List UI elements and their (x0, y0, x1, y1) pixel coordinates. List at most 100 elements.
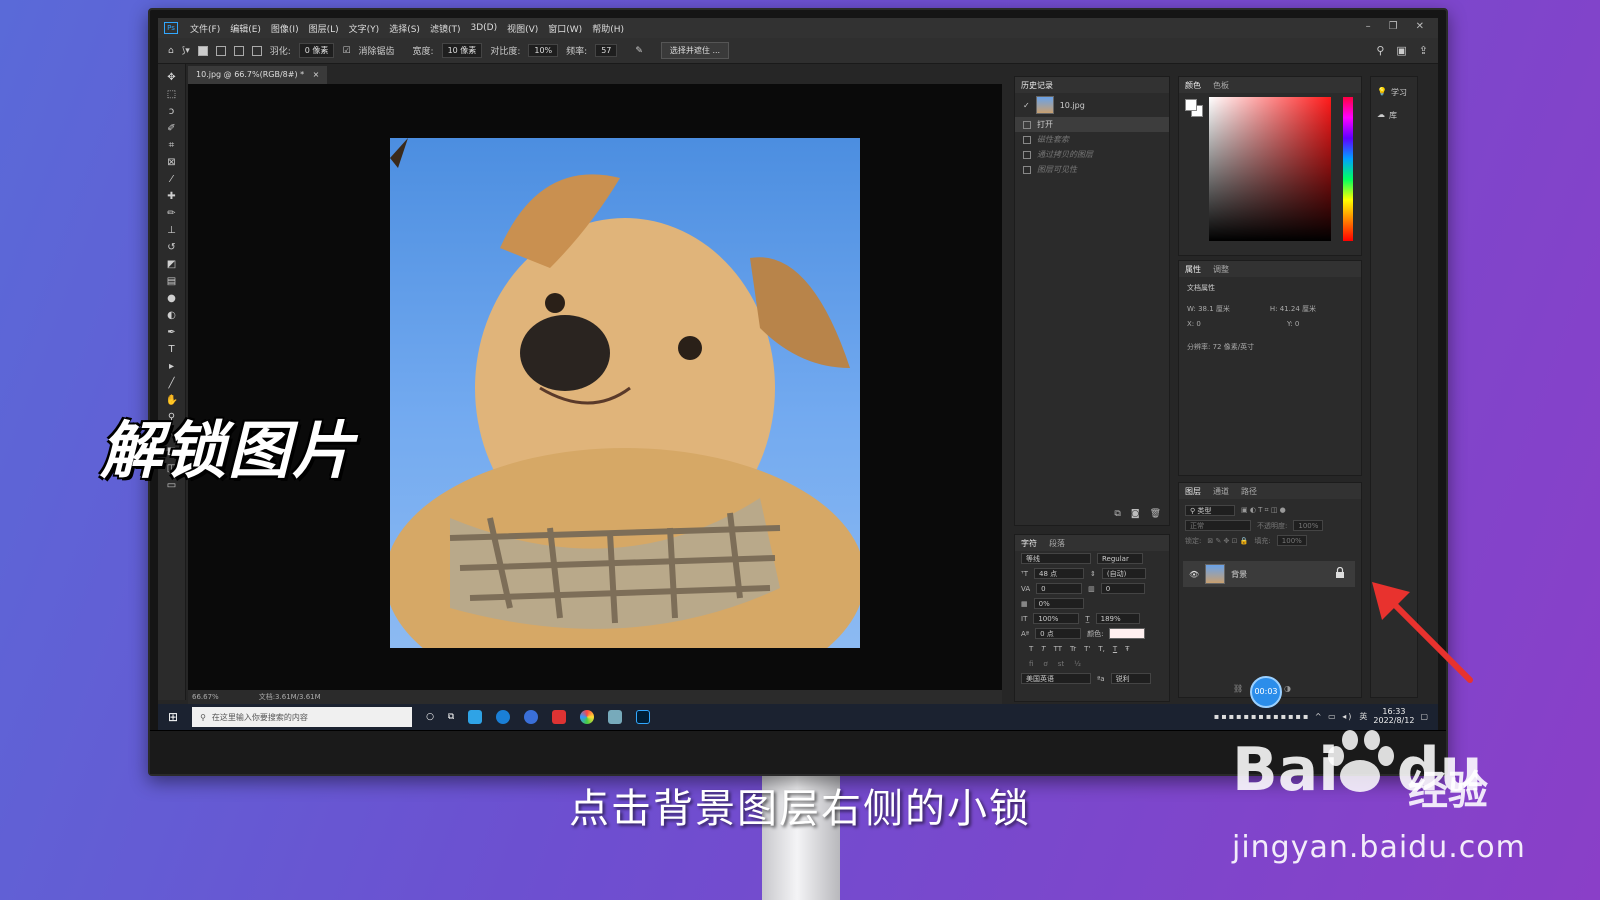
library-item[interactable]: ☁ 库 (1371, 98, 1417, 121)
tab-channels[interactable]: 通道 (1213, 486, 1229, 497)
scale-input[interactable]: 0% (1033, 598, 1084, 609)
filter-icons[interactable]: ▣ ◐ T ⌗ ◫ ● (1241, 506, 1286, 515)
underline-button[interactable]: T (1113, 645, 1117, 653)
share-icon[interactable]: ⇪ (1419, 44, 1428, 57)
cortana-icon[interactable]: ○ (426, 712, 434, 722)
opacity-input[interactable]: 100% (1293, 520, 1324, 531)
tab-adjustments[interactable]: 调整 (1213, 264, 1229, 275)
subtract-selection-icon[interactable] (233, 45, 244, 56)
adjustment-icon[interactable]: ◑ (1284, 684, 1291, 693)
history-item[interactable]: 磁性套索 (1015, 132, 1169, 147)
menu-window[interactable]: 窗口(W) (548, 22, 582, 35)
eraser-tool-icon[interactable]: ◩ (166, 259, 178, 271)
search-icon[interactable]: ⚲ (1376, 44, 1384, 57)
tab-character[interactable]: 字符 (1021, 538, 1037, 549)
zoom-level[interactable]: 66.67% (192, 693, 219, 701)
wps-icon[interactable] (552, 710, 567, 724)
link-layers-icon[interactable]: ⛓ (1233, 684, 1243, 693)
restore-button[interactable]: ❐ (1389, 21, 1398, 32)
intersect-selection-icon[interactable] (251, 45, 262, 56)
lasso-tool-icon[interactable]: ↄ (166, 106, 178, 118)
trash-icon[interactable]: 🗑 (1150, 509, 1161, 519)
history-snapshot[interactable]: ✓ 10.jpg (1015, 93, 1169, 117)
pen-tool-icon[interactable]: ✒ (166, 327, 178, 339)
menu-file[interactable]: 文件(F) (190, 22, 220, 35)
document-tab-close-icon[interactable]: × (313, 70, 320, 79)
x-value[interactable]: X: 0 (1187, 317, 1247, 332)
camera-icon[interactable]: ◙ (1131, 509, 1140, 519)
line-tool-icon[interactable]: ╱ (166, 378, 178, 390)
tab-swatches[interactable]: 色板 (1213, 80, 1229, 91)
menu-view[interactable]: 视图(V) (507, 22, 538, 35)
minimize-button[interactable]: – (1366, 21, 1371, 32)
move-tool-icon[interactable]: ✥ (166, 72, 178, 84)
tab-history[interactable]: 历史记录 (1021, 80, 1053, 91)
frame-tool-icon[interactable]: ⊠ (166, 157, 178, 169)
width-value[interactable]: W: 38.1 厘米 (1187, 302, 1230, 317)
photoshop-taskbar-icon[interactable] (636, 710, 651, 724)
tray-icons[interactable]: ▪▪▪▪▪▪▪▪▪▪▪▪▪ ^ ▭ ◂) (1214, 712, 1354, 721)
files-icon[interactable] (608, 710, 623, 724)
taskbar-clock[interactable]: 16:33 2022/8/12 (1373, 707, 1414, 725)
ordinal-icon[interactable]: st (1058, 660, 1064, 668)
faux-bold-button[interactable]: T (1029, 645, 1033, 653)
dog-photo[interactable] (390, 138, 860, 648)
new-document-from-state-icon[interactable]: ⧉ (1114, 509, 1120, 519)
crop-tool-icon[interactable]: ⌗ (166, 140, 178, 152)
lock-options-icons[interactable]: ⊠ ✎ ✥ ⊡ 🔒 (1207, 537, 1248, 545)
y-value[interactable]: Y: 0 (1287, 317, 1299, 332)
menu-edit[interactable]: 编辑(E) (230, 22, 261, 35)
gradient-tool-icon[interactable]: ▤ (166, 276, 178, 288)
ligature-icon[interactable]: fi (1029, 660, 1033, 668)
antialias-checkbox[interactable]: ☑ (342, 46, 350, 56)
new-selection-icon[interactable] (197, 45, 208, 56)
menu-image[interactable]: 图像(I) (271, 22, 299, 35)
edge-icon[interactable] (496, 710, 511, 724)
magnetic-lasso-tool-icon[interactable]: ⟆▾ (182, 46, 190, 56)
faux-italic-button[interactable]: T (1041, 645, 1045, 653)
menu-type[interactable]: 文字(Y) (349, 22, 380, 35)
taskbar-search-input[interactable]: ⚲ 在这里输入你要搜索的内容 (192, 707, 413, 727)
small-caps-button[interactable]: Tr (1070, 645, 1076, 653)
baseline-input[interactable]: 0 点 (1035, 628, 1082, 639)
language-select[interactable]: 美国英语 (1021, 673, 1091, 684)
colorful-app-icon[interactable] (580, 710, 595, 724)
horizontal-scale-input[interactable]: 189% (1095, 613, 1140, 624)
history-item[interactable]: 图层可见性 (1015, 162, 1169, 177)
quick-select-tool-icon[interactable]: ✐ (166, 123, 178, 135)
frequency-input[interactable]: 57 (595, 44, 618, 57)
home-icon[interactable]: ⌂ (168, 46, 174, 56)
tab-properties[interactable]: 属性 (1185, 264, 1201, 275)
path-select-tool-icon[interactable]: ▸ (166, 361, 178, 373)
close-button[interactable]: ✕ (1416, 21, 1424, 32)
tab-paragraph[interactable]: 段落 (1049, 538, 1065, 549)
select-and-mask-button[interactable]: 选择并遮住 ... (660, 42, 730, 59)
brush-tool-icon[interactable]: ✏ (166, 208, 178, 220)
notification-icon[interactable]: ▢ (1420, 712, 1428, 721)
type-tool-icon[interactable]: T (166, 344, 178, 356)
feather-input[interactable]: 0 像素 (298, 43, 335, 58)
visibility-eye-icon[interactable]: 👁 (1189, 570, 1199, 579)
menu-filter[interactable]: 滤镜(T) (430, 22, 461, 35)
subscript-button[interactable]: T, (1098, 645, 1105, 653)
swash-icon[interactable]: ơ (1043, 660, 1047, 668)
kerning-input[interactable]: 0 (1036, 583, 1083, 594)
tracking-input[interactable]: 0 (1100, 583, 1145, 594)
menu-help[interactable]: 帮助(H) (592, 22, 624, 35)
width-input[interactable]: 10 像素 (441, 43, 483, 58)
leading-input[interactable]: (自动) (1101, 568, 1146, 579)
height-value[interactable]: H: 41.24 厘米 (1270, 302, 1316, 317)
stamp-tool-icon[interactable]: ⊥ (166, 225, 178, 237)
document-tab[interactable]: 10.jpg @ 66.7%(RGB/8#) * × (188, 66, 328, 84)
layer-row-background[interactable]: 👁 背景 (1183, 561, 1355, 587)
menu-select[interactable]: 选择(S) (389, 22, 420, 35)
tab-color[interactable]: 颜色 (1185, 80, 1201, 91)
learn-item[interactable]: 💡 学习 (1371, 77, 1417, 98)
eyedropper-tool-icon[interactable]: ⁄ (166, 174, 178, 186)
browser-icon[interactable] (468, 710, 483, 724)
layer-filter-select[interactable]: ⚲ 类型 (1185, 505, 1235, 516)
vertical-scale-input[interactable]: 100% (1033, 613, 1080, 624)
history-brush-tool-icon[interactable]: ↺ (166, 242, 178, 254)
superscript-button[interactable]: T' (1084, 645, 1090, 653)
tab-layers[interactable]: 图层 (1185, 486, 1201, 497)
